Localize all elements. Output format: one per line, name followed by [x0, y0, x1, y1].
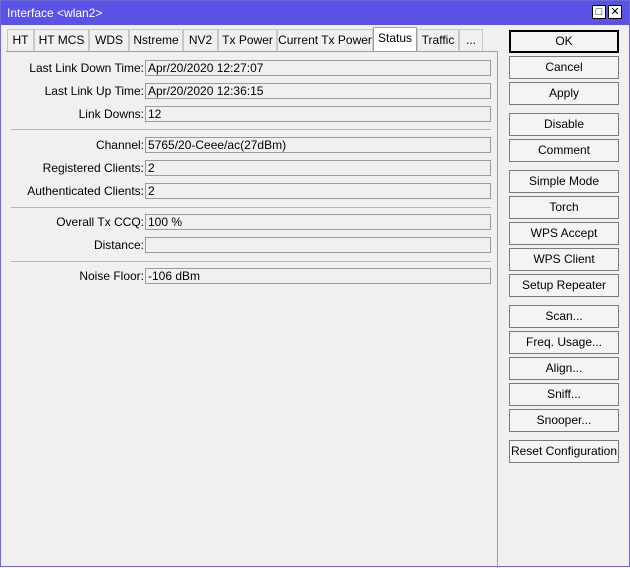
scan-button[interactable]: Scan...: [509, 305, 619, 328]
last-link-down-time-label: Last Link Down Time:: [29, 61, 144, 75]
last-link-up-time-field[interactable]: Apr/20/2020 12:36:15: [145, 83, 491, 99]
tab-tx-power[interactable]: Tx Power: [218, 29, 277, 51]
channel-field[interactable]: 5765/20-Ceee/ac(27dBm): [145, 137, 491, 153]
apply-button[interactable]: Apply: [509, 82, 619, 105]
noise-floor-label: Noise Floor:: [79, 269, 144, 283]
tab-ht-mcs[interactable]: HT MCS: [34, 29, 89, 51]
noise-floor-row: Noise Floor: -106 dBm: [6, 268, 496, 284]
distance-field[interactable]: [145, 237, 491, 253]
tab-nv2[interactable]: NV2: [183, 29, 218, 51]
link-downs-row: Link Downs: 12: [6, 106, 496, 122]
channel-row: Channel: 5765/20-Ceee/ac(27dBm): [6, 137, 496, 153]
distance-row: Distance:: [6, 237, 496, 253]
tab-traffic[interactable]: Traffic: [417, 29, 459, 51]
noise-floor-field[interactable]: -106 dBm: [145, 268, 491, 284]
tab-status[interactable]: Status: [373, 27, 417, 52]
sniff-button[interactable]: Sniff...: [509, 383, 619, 406]
separator: [11, 261, 491, 262]
last-link-up-time-row: Last Link Up Time: Apr/20/2020 12:36:15: [6, 83, 496, 99]
separator: [11, 207, 491, 208]
reset-configuration-button[interactable]: Reset Configuration: [509, 440, 619, 463]
title-bar[interactable]: Interface <wlan2> □ ✕: [1, 1, 629, 25]
tab-ht[interactable]: HT: [7, 29, 34, 51]
authenticated-clients-row: Authenticated Clients: 2: [6, 183, 496, 199]
last-link-down-time-row: Last Link Down Time: Apr/20/2020 12:27:0…: [6, 60, 496, 76]
overall-tx-ccq-row: Overall Tx CCQ: 100 %: [6, 214, 496, 230]
registered-clients-row: Registered Clients: 2: [6, 160, 496, 176]
snooper-button[interactable]: Snooper...: [509, 409, 619, 432]
freq-usage-button[interactable]: Freq. Usage...: [509, 331, 619, 354]
simple-mode-button[interactable]: Simple Mode: [509, 170, 619, 193]
comment-button[interactable]: Comment: [509, 139, 619, 162]
tab-nstreme[interactable]: Nstreme: [129, 29, 183, 51]
authenticated-clients-label: Authenticated Clients:: [27, 184, 144, 198]
tab-current-tx-power[interactable]: Current Tx Power: [277, 29, 373, 51]
separator: [11, 129, 491, 130]
setup-repeater-button[interactable]: Setup Repeater: [509, 274, 619, 297]
maximize-icon[interactable]: □: [592, 5, 606, 19]
registered-clients-field[interactable]: 2: [145, 160, 491, 176]
registered-clients-label: Registered Clients:: [42, 161, 144, 175]
tab-wds[interactable]: WDS: [89, 29, 129, 51]
tab-more[interactable]: ...: [459, 29, 483, 51]
disable-button[interactable]: Disable: [509, 113, 619, 136]
torch-button[interactable]: Torch: [509, 196, 619, 219]
channel-label: Channel:: [95, 138, 144, 152]
cancel-button[interactable]: Cancel: [509, 56, 619, 79]
window-title: Interface <wlan2>: [7, 6, 103, 20]
last-link-up-time-label: Last Link Up Time:: [44, 84, 144, 98]
align-button[interactable]: Align...: [509, 357, 619, 380]
authenticated-clients-field[interactable]: 2: [145, 183, 491, 199]
last-link-down-time-field[interactable]: Apr/20/2020 12:27:07: [145, 60, 491, 76]
wps-accept-button[interactable]: WPS Accept: [509, 222, 619, 245]
wps-client-button[interactable]: WPS Client: [509, 248, 619, 271]
overall-tx-ccq-label: Overall Tx CCQ:: [56, 215, 144, 229]
link-downs-label: Link Downs:: [78, 107, 144, 121]
distance-label: Distance:: [93, 238, 144, 252]
status-panel: Last Link Down Time: Apr/20/2020 12:27:0…: [6, 51, 498, 568]
link-downs-field[interactable]: 12: [145, 106, 491, 122]
overall-tx-ccq-field[interactable]: 100 %: [145, 214, 491, 230]
ok-button[interactable]: OK: [509, 30, 619, 53]
close-icon[interactable]: ✕: [608, 5, 622, 19]
interface-window: Interface <wlan2> □ ✕ HT HT MCS WDS Nstr…: [0, 0, 630, 568]
